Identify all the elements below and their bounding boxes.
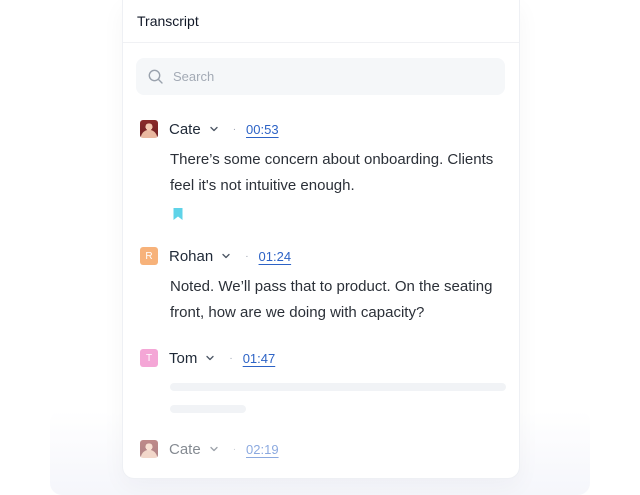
speaker-row: T Tom · 01:47: [140, 348, 500, 368]
chevron-down-icon[interactable]: [209, 124, 219, 134]
timestamp-link[interactable]: 01:47: [243, 351, 276, 366]
search-bar[interactable]: [136, 58, 505, 95]
separator-dot: ·: [245, 250, 249, 262]
search-icon: [148, 69, 163, 84]
avatar: [140, 120, 158, 138]
speaker-name: Rohan: [169, 247, 214, 265]
separator-dot: ·: [229, 352, 233, 364]
avatar: R: [140, 247, 158, 265]
speaker-row: R Rohan · 01:24: [140, 246, 500, 266]
bookmark-icon[interactable]: [172, 207, 184, 221]
loading-placeholder-line: [170, 405, 246, 413]
loading-placeholder-line: [170, 383, 506, 391]
timestamp-link[interactable]: 02:19: [246, 442, 279, 457]
timestamp-link[interactable]: 00:53: [246, 122, 279, 137]
search-input[interactable]: [173, 69, 473, 84]
transcript-entry: T Tom · 01:47: [140, 348, 500, 368]
timestamp-link[interactable]: 01:24: [259, 249, 292, 264]
transcript-entry: Cate · 02:19: [140, 439, 500, 459]
transcript-entry: Cate · 00:53 There’s some concern about …: [140, 119, 500, 226]
speaker-name: Cate: [169, 120, 201, 138]
panel-header: Transcript: [123, 0, 519, 43]
message-text: There’s some concern about onboarding. C…: [170, 151, 494, 194]
chevron-down-icon[interactable]: [209, 444, 219, 454]
page: Transcript Cate · 00:53 There’s some con…: [0, 0, 640, 495]
transcript-entry: R Rohan · 01:24 Noted. We’ll pass that t…: [140, 246, 500, 326]
message-text: Noted. We’ll pass that to product. On th…: [170, 278, 493, 321]
separator-dot: ·: [232, 443, 237, 455]
avatar: T: [140, 349, 158, 367]
chevron-down-icon[interactable]: [221, 251, 231, 261]
speaker-name: Tom: [169, 349, 198, 367]
avatar: [140, 440, 158, 458]
chevron-down-icon[interactable]: [205, 353, 215, 363]
speaker-row: Cate · 00:53: [140, 119, 500, 139]
transcript-panel: Transcript Cate · 00:53 There’s some con…: [122, 0, 520, 479]
separator-dot: ·: [232, 123, 237, 135]
panel-title: Transcript: [137, 13, 199, 29]
speaker-name: Cate: [169, 440, 201, 458]
speaker-row: Cate · 02:19: [140, 439, 500, 459]
